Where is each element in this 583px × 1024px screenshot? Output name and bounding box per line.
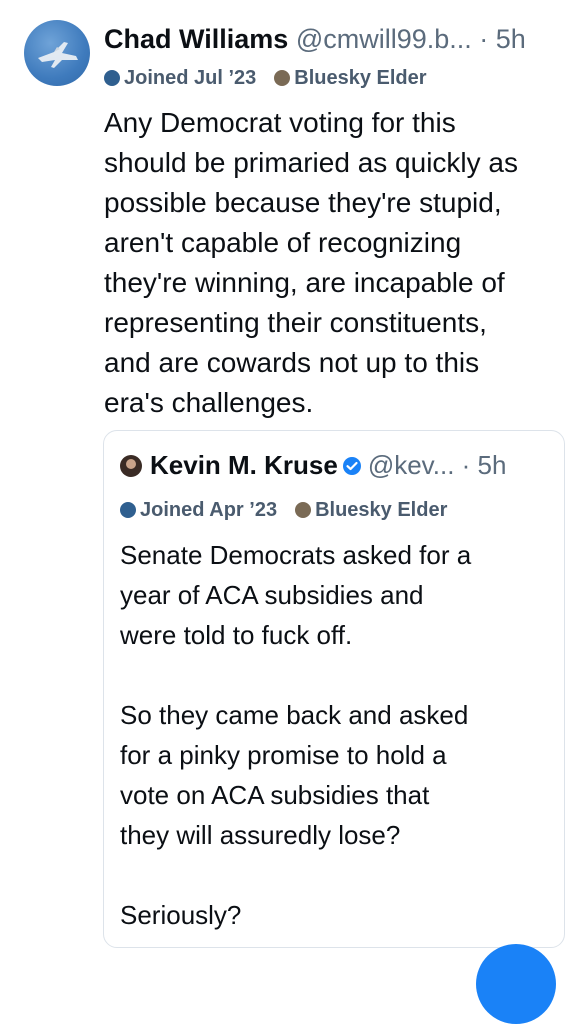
author-handle[interactable]: @cmwill99.b... [296, 24, 472, 54]
compose-button[interactable] [476, 944, 556, 1024]
quoted-post-header: Kevin M. Kruse @kev... · 5h [120, 449, 506, 481]
quoted-badge-label: Bluesky Elder [315, 499, 448, 521]
author-meta: Joined Jul ’23 Bluesky Elder [104, 65, 427, 91]
author-name[interactable]: Chad Williams [104, 24, 288, 54]
quoted-author-handle[interactable]: @kev... [368, 450, 455, 480]
author-avatar[interactable] [24, 20, 90, 86]
post: Chad Williams @cmwill99.b... · 5h Joined… [0, 0, 583, 1024]
quoted-post-text: Senate Democrats asked for a year of ACA… [120, 540, 472, 930]
joined-date: Joined Jul ’23 [124, 67, 257, 89]
quoted-author-name[interactable]: Kevin M. Kruse [150, 450, 338, 480]
quoted-post-time[interactable]: · 5h [462, 450, 507, 480]
post-text: Any Democrat voting for this should be p… [104, 107, 518, 418]
quoted-author-avatar[interactable] [120, 455, 142, 477]
quoted-author-meta: Joined Apr ’23 Bluesky Elder [120, 497, 447, 523]
quoted-joined-date: Joined Apr ’23 [140, 499, 278, 521]
verified-check-icon [342, 457, 361, 475]
elder-badge-icon [274, 70, 291, 86]
post-time[interactable]: · 5h [479, 24, 526, 54]
jet-avatar-icon [38, 42, 78, 68]
quoted-post[interactable]: Kevin M. Kruse @kev... · 5h Joined Apr ’2… [103, 430, 565, 948]
badge-label: Bluesky Elder [294, 67, 427, 89]
elder-badge-icon [295, 502, 312, 518]
globe-icon [120, 502, 136, 518]
globe-icon [104, 70, 120, 86]
post-header: Chad Williams @cmwill99.b... · 5h [104, 22, 526, 56]
